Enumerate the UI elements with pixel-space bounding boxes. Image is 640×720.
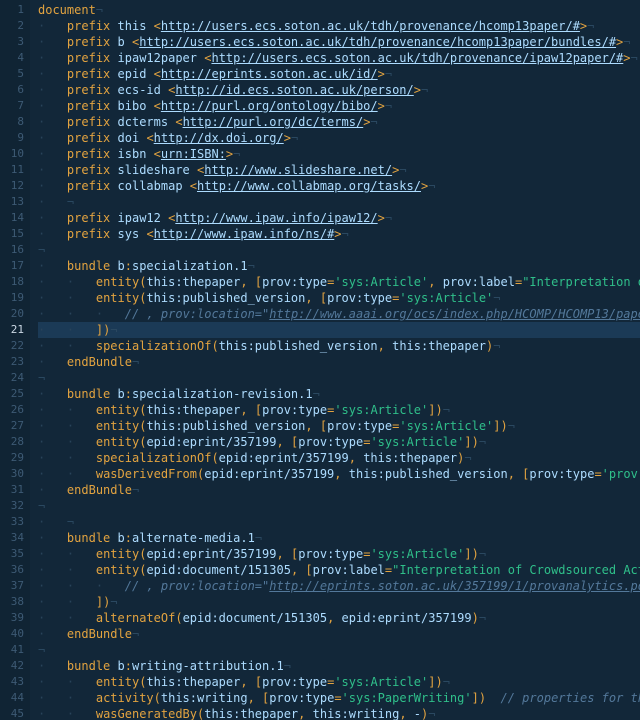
line-number: 15 — [4, 226, 24, 242]
code-line[interactable]: · · entity(epid:eprint/357199, [prov:typ… — [38, 546, 640, 562]
code-area[interactable]: document¬· prefix this <http://users.ecs… — [30, 0, 640, 720]
line-number: 32 — [4, 498, 24, 514]
code-line[interactable]: · prefix b <http://users.ecs.soton.ac.uk… — [38, 34, 640, 50]
line-number: 45 — [4, 706, 24, 720]
line-number: 1 — [4, 2, 24, 18]
code-line[interactable]: ¬ — [38, 642, 640, 658]
code-line[interactable]: · bundle b:specialization.1¬ — [38, 258, 640, 274]
line-number: 17 — [4, 258, 24, 274]
code-line[interactable]: · prefix isbn <urn:ISBN:>¬ — [38, 146, 640, 162]
line-number: 38 — [4, 594, 24, 610]
line-number-gutter: 1234567891011121314151617181920212223242… — [0, 0, 30, 720]
line-number: 35 — [4, 546, 24, 562]
code-line[interactable]: · · entity(this:thepaper, [prov:type='sy… — [38, 402, 640, 418]
code-line[interactable]: · · entity(this:published_version, [prov… — [38, 290, 640, 306]
code-line[interactable]: · · ])¬ — [38, 322, 640, 338]
code-line[interactable]: · bundle b:alternate-media.1¬ — [38, 530, 640, 546]
code-line[interactable]: · prefix bibo <http://purl.org/ontology/… — [38, 98, 640, 114]
line-number: 26 — [4, 402, 24, 418]
code-line[interactable]: · · specializationOf(this:published_vers… — [38, 338, 640, 354]
line-number: 22 — [4, 338, 24, 354]
line-number: 29 — [4, 450, 24, 466]
line-number: 23 — [4, 354, 24, 370]
line-number: 28 — [4, 434, 24, 450]
line-number: 33 — [4, 514, 24, 530]
line-number: 39 — [4, 610, 24, 626]
code-line[interactable]: · · wasDerivedFrom(epid:eprint/357199, t… — [38, 466, 640, 482]
code-line[interactable]: · prefix doi <http://dx.doi.org/>¬ — [38, 130, 640, 146]
code-line[interactable]: · · entity(epid:document/151305, [prov:l… — [38, 562, 640, 578]
line-number: 2 — [4, 18, 24, 34]
code-line[interactable]: · prefix collabmap <http://www.collabmap… — [38, 178, 640, 194]
code-line[interactable]: · · entity(epid:eprint/357199, [prov:typ… — [38, 434, 640, 450]
code-line[interactable]: document¬ — [38, 2, 640, 18]
line-number: 6 — [4, 82, 24, 98]
line-number: 24 — [4, 370, 24, 386]
code-line[interactable]: · prefix this <http://users.ecs.soton.ac… — [38, 18, 640, 34]
code-line[interactable]: · · entity(this:published_version, [prov… — [38, 418, 640, 434]
line-number: 3 — [4, 34, 24, 50]
line-number: 34 — [4, 530, 24, 546]
code-line[interactable]: · · wasGeneratedBy(this:thepaper, this:w… — [38, 706, 640, 720]
code-line[interactable]: · prefix slideshare <http://www.slidesha… — [38, 162, 640, 178]
line-number: 5 — [4, 66, 24, 82]
code-line[interactable]: · prefix dcterms <http://purl.org/dc/ter… — [38, 114, 640, 130]
line-number: 18 — [4, 274, 24, 290]
code-line[interactable]: · prefix ipaw12paper <http://users.ecs.s… — [38, 50, 640, 66]
line-number: 7 — [4, 98, 24, 114]
code-line[interactable]: · · entity(this:thepaper, [prov:type='sy… — [38, 274, 640, 290]
line-number: 20 — [4, 306, 24, 322]
code-line[interactable]: · prefix sys <http://www.ipaw.info/ns/#>… — [38, 226, 640, 242]
line-number: 19 — [4, 290, 24, 306]
code-line[interactable]: · ¬ — [38, 514, 640, 530]
code-editor[interactable]: 1234567891011121314151617181920212223242… — [0, 0, 640, 720]
line-number: 4 — [4, 50, 24, 66]
code-line[interactable]: · · activity(this:writing, [prov:type='s… — [38, 690, 640, 706]
code-line[interactable]: · endBundle¬ — [38, 626, 640, 642]
code-line[interactable]: · · specializationOf(epid:eprint/357199,… — [38, 450, 640, 466]
line-number: 12 — [4, 178, 24, 194]
line-number: 43 — [4, 674, 24, 690]
line-number: 40 — [4, 626, 24, 642]
line-number: 14 — [4, 210, 24, 226]
code-line[interactable]: · endBundle¬ — [38, 482, 640, 498]
line-number: 21 — [4, 322, 24, 338]
code-line[interactable]: ¬ — [38, 242, 640, 258]
code-line[interactable]: · · ])¬ — [38, 594, 640, 610]
code-line[interactable]: ¬ — [38, 370, 640, 386]
code-line[interactable]: · prefix ecs-id <http://id.ecs.soton.ac.… — [38, 82, 640, 98]
code-line[interactable]: · · · // , prov:location="http://www.aaa… — [38, 306, 640, 322]
line-number: 36 — [4, 562, 24, 578]
line-number: 27 — [4, 418, 24, 434]
code-line[interactable]: · · alternateOf(epid:document/151305, ep… — [38, 610, 640, 626]
code-line[interactable]: ¬ — [38, 498, 640, 514]
line-number: 30 — [4, 466, 24, 482]
line-number: 11 — [4, 162, 24, 178]
code-line[interactable]: · bundle b:writing-attribution.1¬ — [38, 658, 640, 674]
code-line[interactable]: · prefix ipaw12 <http://www.ipaw.info/ip… — [38, 210, 640, 226]
line-number: 41 — [4, 642, 24, 658]
line-number: 16 — [4, 242, 24, 258]
line-number: 13 — [4, 194, 24, 210]
line-number: 8 — [4, 114, 24, 130]
line-number: 37 — [4, 578, 24, 594]
line-number: 42 — [4, 658, 24, 674]
line-number: 31 — [4, 482, 24, 498]
line-number: 10 — [4, 146, 24, 162]
code-line[interactable]: · prefix epid <http://eprints.soton.ac.u… — [38, 66, 640, 82]
line-number: 9 — [4, 130, 24, 146]
line-number: 44 — [4, 690, 24, 706]
code-line[interactable]: · endBundle¬ — [38, 354, 640, 370]
line-number: 25 — [4, 386, 24, 402]
code-line[interactable]: · · · // , prov:location="http://eprints… — [38, 578, 640, 594]
code-line[interactable]: · ¬ — [38, 194, 640, 210]
code-line[interactable]: · bundle b:specialization-revision.1¬ — [38, 386, 640, 402]
code-line[interactable]: · · entity(this:thepaper, [prov:type='sy… — [38, 674, 640, 690]
